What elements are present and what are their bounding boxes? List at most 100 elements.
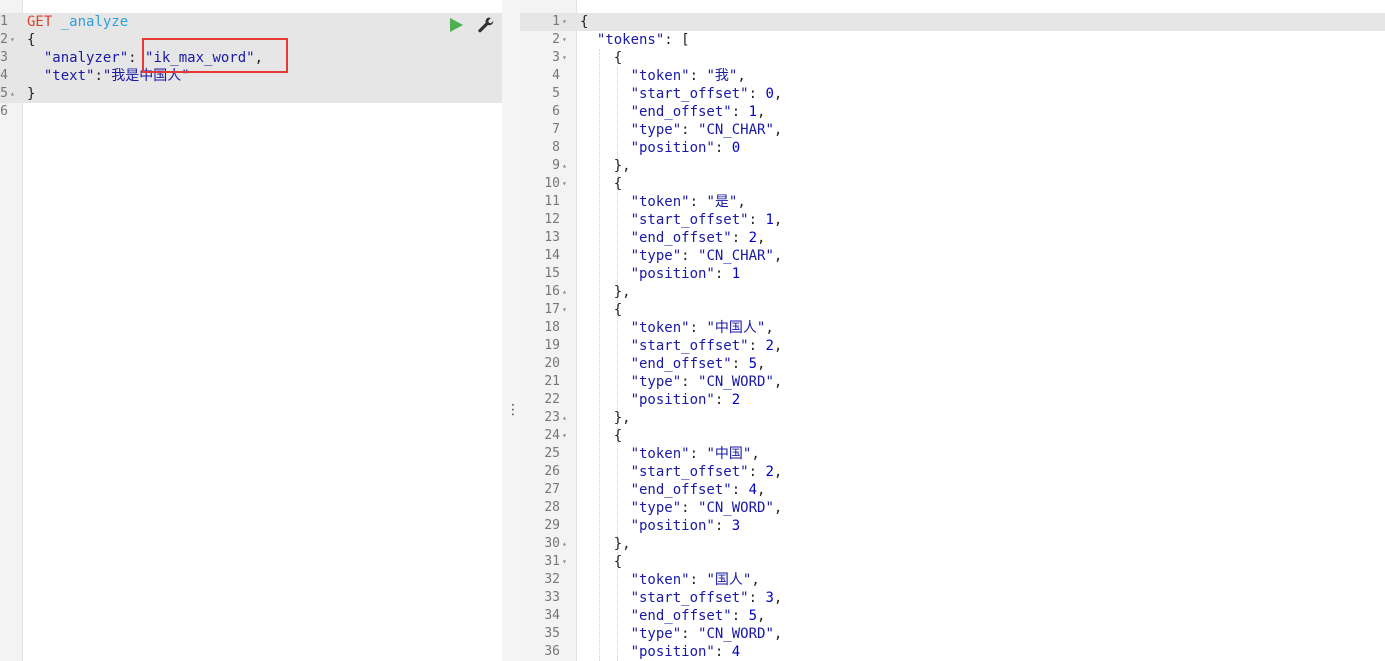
- token-key: "token": [630, 194, 690, 210]
- line-number: 23: [544, 410, 560, 425]
- line-number: 14: [544, 248, 560, 263]
- fold-arrow-icon[interactable]: ▾: [562, 427, 567, 445]
- code-text[interactable]: },: [580, 409, 631, 427]
- unfold-arrow-icon[interactable]: ▴: [562, 535, 567, 553]
- code-line: 26 "start_offset": 2,: [520, 463, 1385, 481]
- fold-arrow-icon[interactable]: ▾: [562, 301, 567, 319]
- code-line: 31 ▾ {: [520, 553, 1385, 571]
- code-text[interactable]: "start_offset": 0,: [580, 85, 783, 103]
- code-line: 30 ▴ },: [520, 535, 1385, 553]
- token-punc: :: [714, 140, 732, 156]
- code-text[interactable]: "token": "中国",: [580, 445, 760, 463]
- line-number: 2: [552, 32, 560, 47]
- token-key: "token": [630, 572, 690, 588]
- code-text[interactable]: {: [580, 13, 588, 31]
- code-text[interactable]: "type": "CN_CHAR",: [580, 121, 783, 139]
- pane-divider[interactable]: ⋮: [502, 0, 520, 661]
- token-punc: [52, 14, 60, 30]
- code-text[interactable]: "token": "是",: [580, 193, 746, 211]
- token-punc: ,: [773, 464, 783, 480]
- code-line: 36 "position": 4: [520, 643, 1385, 661]
- token-key: "token": [630, 446, 690, 462]
- code-line: 24 ▾ {: [520, 427, 1385, 445]
- analyzer-highlight-box: [142, 38, 288, 73]
- code-text[interactable]: "end_offset": 5,: [580, 607, 766, 625]
- request-editor[interactable]: 1 GET _analyze 2 ▾{3 "analyzer": "ik_max_wo…: [0, 0, 502, 661]
- token-key: "type": [630, 122, 682, 138]
- token-key: "start_offset": [630, 464, 749, 480]
- line-number: 1: [0, 14, 8, 29]
- token-punc: [580, 140, 631, 156]
- code-line: 35 "type": "CN_WORD",: [520, 625, 1385, 643]
- code-text[interactable]: },: [580, 535, 631, 553]
- unfold-arrow-icon[interactable]: ▴: [562, 283, 567, 301]
- unfold-arrow-icon[interactable]: ▴: [562, 409, 567, 427]
- code-text[interactable]: "token": "我",: [580, 67, 746, 85]
- token-punc: :: [681, 374, 699, 390]
- code-text[interactable]: {: [580, 175, 622, 193]
- code-text[interactable]: "position": 0: [580, 139, 741, 157]
- run-request-button[interactable]: [448, 17, 464, 33]
- token-punc: ,: [757, 608, 766, 624]
- token-str: "国人": [706, 572, 752, 588]
- code-text[interactable]: "end_offset": 2,: [580, 229, 766, 247]
- code-text[interactable]: "end_offset": 5,: [580, 355, 766, 373]
- fold-arrow-icon[interactable]: ▾: [562, 553, 567, 571]
- code-text[interactable]: "end_offset": 1,: [580, 103, 766, 121]
- code-line: 8 "position": 0: [520, 139, 1385, 157]
- code-text[interactable]: "type": "CN_WORD",: [580, 373, 783, 391]
- code-text[interactable]: "end_offset": 4,: [580, 481, 766, 499]
- token-punc: [580, 338, 631, 354]
- token-punc: ,: [773, 86, 783, 102]
- code-text[interactable]: "token": "国人",: [580, 571, 760, 589]
- token-num: 5: [748, 608, 758, 624]
- token-str: "CN_CHAR": [698, 122, 774, 138]
- code-text[interactable]: "start_offset": 2,: [580, 463, 783, 481]
- code-text[interactable]: "position": 4: [580, 643, 741, 661]
- fold-arrow-icon[interactable]: ▾: [562, 13, 567, 31]
- code-text[interactable]: "position": 3: [580, 517, 741, 535]
- code-text[interactable]: {: [27, 31, 35, 49]
- code-text[interactable]: "type": "CN_WORD",: [580, 499, 783, 517]
- token-punc: {: [27, 32, 36, 48]
- unfold-arrow-icon[interactable]: ▴: [10, 85, 15, 103]
- unfold-arrow-icon[interactable]: ▴: [562, 157, 567, 175]
- line-number: 32: [544, 572, 560, 587]
- token-punc: [580, 194, 631, 210]
- code-line: 4 "token": "我",: [520, 67, 1385, 85]
- code-text[interactable]: {: [580, 553, 622, 571]
- line-number: 11: [544, 194, 560, 209]
- code-text[interactable]: {: [580, 49, 622, 67]
- code-text[interactable]: "token": "中国人",: [580, 319, 774, 337]
- code-text[interactable]: "position": 2: [580, 391, 741, 409]
- code-text[interactable]: }: [27, 85, 35, 103]
- code-text[interactable]: "start_offset": 3,: [580, 589, 783, 607]
- code-text[interactable]: "tokens": [: [580, 31, 690, 49]
- code-text[interactable]: "type": "CN_WORD",: [580, 625, 783, 643]
- code-text[interactable]: },: [580, 283, 631, 301]
- token-key: "analyzer": [43, 50, 129, 66]
- fold-arrow-icon[interactable]: ▾: [562, 49, 567, 67]
- token-punc: [580, 356, 631, 372]
- fold-arrow-icon[interactable]: ▾: [562, 175, 567, 193]
- code-text[interactable]: {: [580, 427, 622, 445]
- code-text[interactable]: "type": "CN_CHAR",: [580, 247, 783, 265]
- fold-arrow-icon[interactable]: ▾: [562, 31, 567, 49]
- code-text[interactable]: "start_offset": 1,: [580, 211, 783, 229]
- resize-handle-icon[interactable]: ⋮: [506, 400, 520, 420]
- code-text[interactable]: },: [580, 157, 631, 175]
- code-text[interactable]: {: [580, 301, 622, 319]
- code-text[interactable]: GET _analyze: [27, 13, 128, 31]
- token-punc: [580, 230, 631, 246]
- code-line: 5 ▴}: [0, 85, 502, 103]
- token-num: 2: [765, 338, 774, 354]
- token-num: 1: [748, 104, 758, 120]
- code-text[interactable]: "position": 1: [580, 265, 741, 283]
- token-key: "end_offset": [630, 230, 732, 246]
- response-viewer[interactable]: 1 ▾{2 ▾ "tokens": [3 ▾ {4 "token": "我", 5 "s…: [520, 0, 1385, 661]
- token-punc: {: [580, 428, 623, 444]
- settings-wrench-button[interactable]: [477, 16, 495, 34]
- code-text[interactable]: "start_offset": 2,: [580, 337, 783, 355]
- token-punc: [580, 392, 631, 408]
- fold-arrow-icon[interactable]: ▾: [10, 31, 15, 49]
